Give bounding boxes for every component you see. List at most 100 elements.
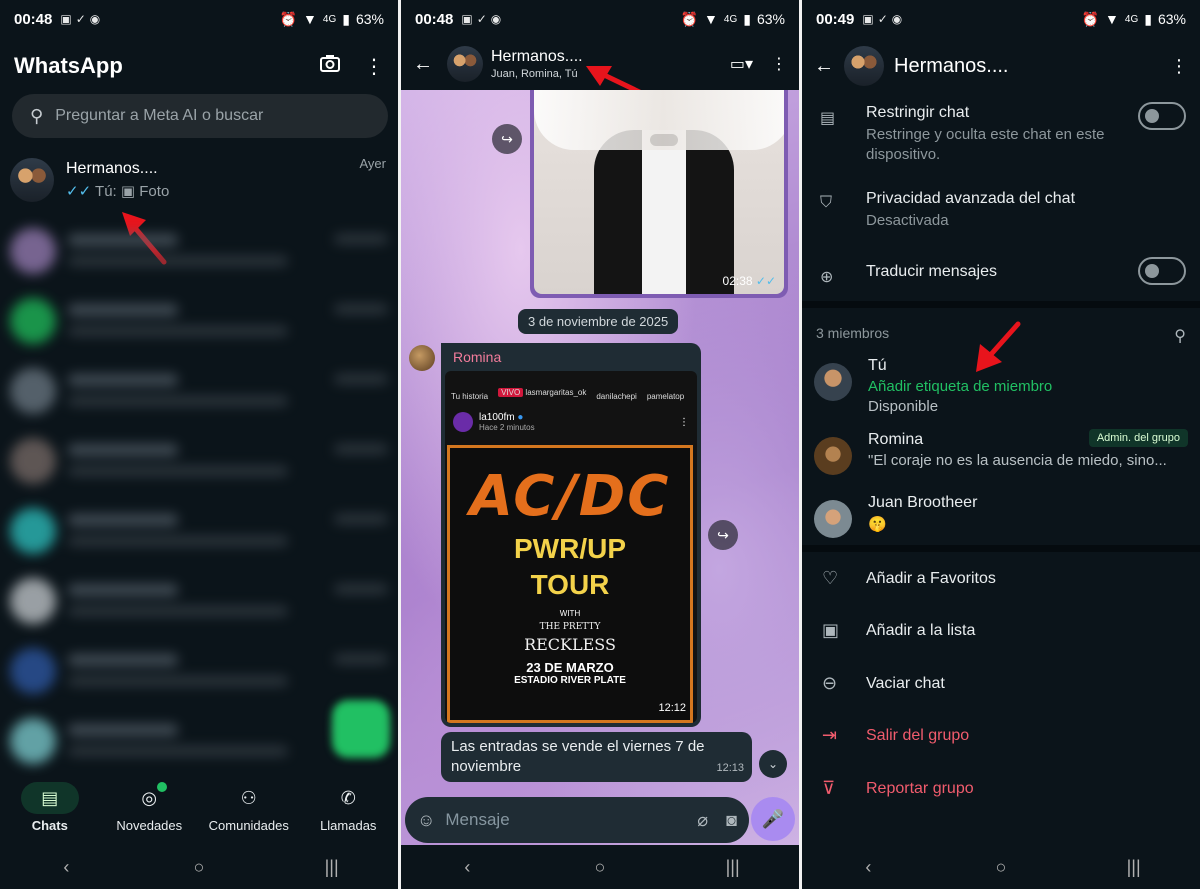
double-check-icon: ✓✓ [66,183,92,200]
member-row-juan[interactable]: Juan Brootheer 🤫 [814,494,1188,538]
system-home-icon[interactable]: ○ [971,857,1031,878]
blurred-chat-item[interactable] [10,500,388,560]
battery-icon: ▮ [342,10,350,27]
blurred-chat-item[interactable] [10,430,388,490]
message-composer[interactable]: ☺ Mensaje ⌀ ◙ [405,797,749,843]
group-chat-screen: 00:48 ▣✓◉ ⏰ ▼ 4G ▮ 63% ← Hermanos.... Ju… [401,0,799,889]
advanced-privacy-setting[interactable]: ⛉ Privacidad avanzada del chat Desactiva… [802,190,1200,231]
poster-venue: ESTADIO RIVER PLATE [514,675,626,686]
microphone-icon[interactable]: 🎤 [751,797,795,841]
more-options-icon[interactable]: ⋮ [771,54,787,74]
member-avatar [814,363,852,401]
system-back-icon[interactable]: ‹ [437,857,497,878]
setting-subtitle: Desactivada [866,212,949,229]
member-name: Tú [868,357,887,374]
add-to-list-action[interactable]: ▣ Añadir a la lista [822,620,1188,641]
nav-label: Comunidades [208,818,289,833]
battery-level: 63% [756,11,785,27]
clear-chat-action[interactable]: ⊖ Vaciar chat [822,673,1188,694]
nav-comunidades[interactable]: ⚇ Comunidades [201,776,297,842]
blurred-chat-item[interactable] [10,290,388,350]
system-home-icon[interactable]: ○ [169,857,229,878]
bottom-nav: ▤ Chats ◎ Novedades ⚇ Comunidades ✆ Llam… [0,776,398,842]
date-chip: 3 de noviembre de 2025 [518,309,679,334]
search-icon: ⚲ [30,105,44,126]
search-bar[interactable]: ⚲ Preguntar a Meta AI o buscar [12,94,388,138]
status-bar: 00:48 ▣✓◉ ⏰ ▼ 4G ▮ 63% [401,0,799,38]
nav-llamadas[interactable]: ✆ Llamadas [300,776,396,842]
group-avatar[interactable] [447,46,483,82]
section-divider [802,545,1200,552]
sticker-icon[interactable]: ☺ [417,810,435,831]
more-options-icon[interactable]: ⋮ [1170,56,1188,77]
text-message[interactable]: Las entradas se vende el viernes 7 de no… [441,732,752,782]
system-back-icon[interactable]: ‹ [36,857,96,878]
new-chat-button[interactable] [332,700,390,758]
forward-icon[interactable]: ↪ [708,520,738,550]
ig-story-label: pamelatop [646,392,685,401]
updates-icon: ◎ [141,788,158,808]
status-bar: 00:49 ▣✓◉ ⏰ ▼ 4G ▮ 63% [802,0,1200,38]
section-divider [802,301,1200,308]
action-label: Añadir a la lista [866,621,976,639]
concert-poster: AC/DC PWR/UP TOUR WITH THE PRETTY RECKLE… [447,445,693,723]
forward-icon[interactable]: ↪ [492,124,522,154]
sender-avatar[interactable] [409,345,435,371]
poster-support-1: THE PRETTY [539,622,601,632]
camera-icon[interactable]: ◙ [726,810,737,831]
photo-icon: ▣ [120,183,136,200]
chat-name: Hermanos.... [66,160,158,177]
attach-icon[interactable]: ⌀ [697,810,708,831]
nav-chats[interactable]: ▤ Chats [2,776,98,842]
chat-title[interactable]: Hermanos.... [491,48,583,66]
message-time: 12:12 [658,702,686,714]
shared-post-message[interactable]: Romina Tu historia VIVO lasmargaritas_ok… [441,343,701,727]
message-input[interactable]: Mensaje [445,810,509,830]
instagram-screenshot: Tu historia VIVO lasmargaritas_ok danila… [445,371,697,723]
wifi-icon: ▼ [704,11,718,27]
globe-icon: ⊕ [820,269,834,286]
message-text: Las entradas se vende el viernes 7 de no… [451,738,705,775]
poster-tour-line1: PWR/UP [514,533,626,564]
status-right: ⏰ ▼ 4G ▮ 63% [280,11,384,28]
ig-posted-time: Hace 2 minutos [479,423,535,432]
image-message[interactable]: 02:38 ✓✓ [530,90,788,298]
group-avatar[interactable] [844,46,884,86]
blurred-chat-item[interactable] [10,640,388,700]
exit-group-action[interactable]: ⇥ Salir del grupo [822,725,1188,746]
scroll-down-icon[interactable]: ⌄ [759,750,787,778]
report-group-action[interactable]: ⊽ Reportar grupo [822,778,1188,799]
setting-title: Privacidad avanzada del chat [866,190,1076,207]
video-call-icon[interactable]: ▭▾ [730,54,753,74]
system-recents-icon[interactable]: ||| [1104,857,1164,878]
system-nav-bar: ‹ ○ ||| [802,845,1200,889]
back-arrow-icon[interactable]: ← [413,53,439,76]
translate-toggle[interactable] [1138,257,1186,285]
member-status: Disponible [868,398,939,415]
member-name: Juan Brootheer [868,494,978,511]
camera-icon[interactable] [320,54,340,79]
communities-icon: ⚇ [240,788,257,808]
chat-item-hermanos[interactable]: Hermanos.... ✓✓ Tú: ▣ Foto Ayer [10,150,388,210]
nav-novedades[interactable]: ◎ Novedades [101,776,197,842]
search-icon[interactable]: ⚲ [1174,326,1186,346]
more-options-icon[interactable]: ⋮ [364,54,384,79]
blurred-chat-item[interactable] [10,570,388,630]
add-member-tag-link[interactable]: Añadir etiqueta de miembro [868,378,1052,395]
ig-stories: Tu historia VIVO lasmargaritas_ok danila… [445,371,697,405]
blurred-chat-item[interactable] [10,220,388,280]
restrict-chat-toggle[interactable] [1138,102,1186,130]
status-time: 00:49 [816,10,855,28]
system-recents-icon[interactable]: ||| [703,857,763,878]
add-favorites-action[interactable]: ♡ Añadir a Favoritos [822,568,1188,589]
back-arrow-icon[interactable]: ← [814,55,844,78]
alarm-icon: ⏰ [680,10,699,27]
thumbs-down-icon: ⊽ [822,778,836,798]
ig-story-label: danilachepi [596,392,637,401]
nav-label: Chats [31,818,68,833]
chat-members: Juan, Romina, Tú [491,68,578,80]
system-recents-icon[interactable]: ||| [302,857,362,878]
system-back-icon[interactable]: ‹ [838,857,898,878]
system-home-icon[interactable]: ○ [570,857,630,878]
blurred-chat-item[interactable] [10,360,388,420]
